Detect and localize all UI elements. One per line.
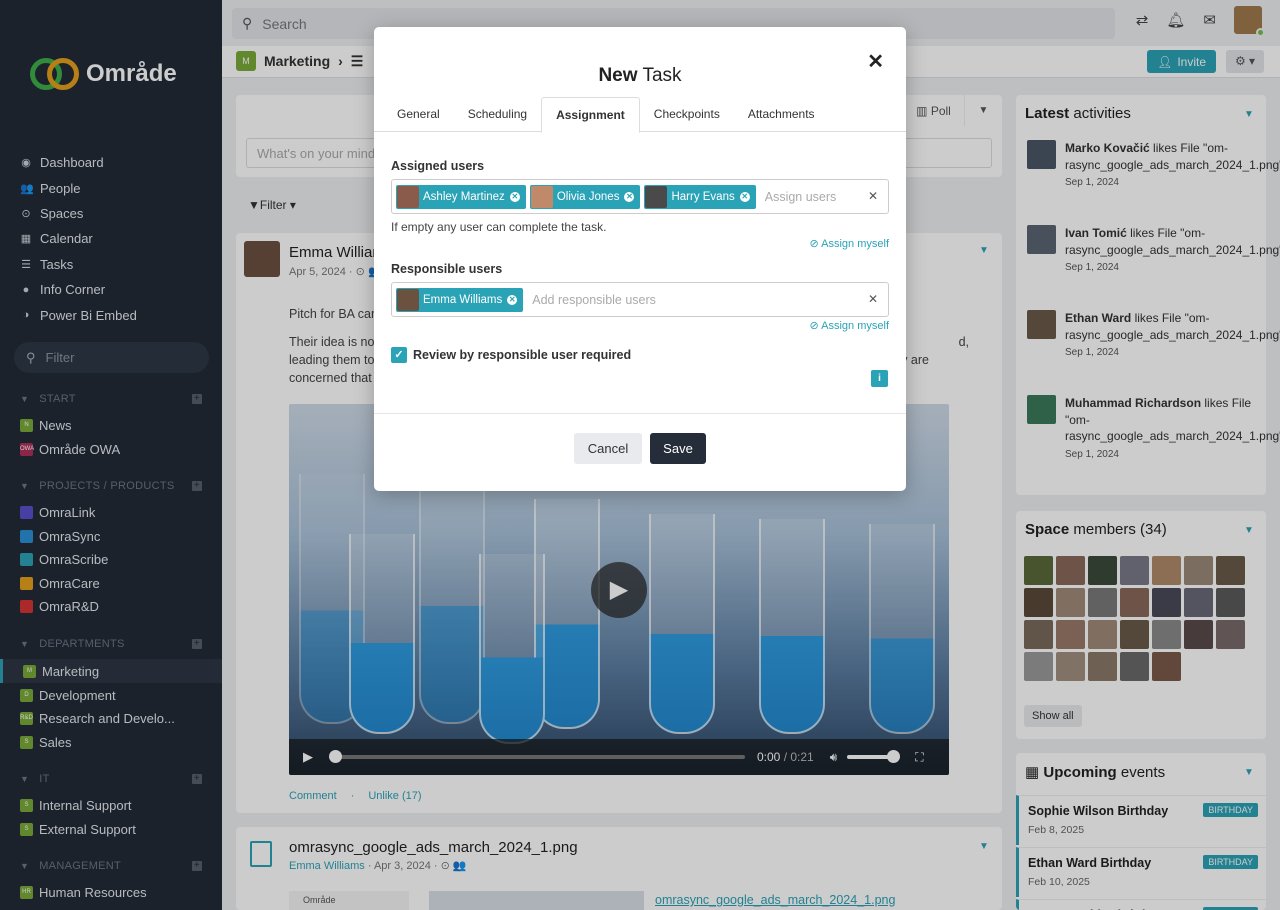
chip-avatar: [397, 185, 419, 208]
info-icon[interactable]: i: [871, 370, 888, 387]
assign-myself-link[interactable]: ⊘ Assign myself: [809, 319, 889, 332]
chip-avatar: [530, 185, 553, 208]
remove-chip-icon[interactable]: ✕: [739, 191, 750, 202]
chip-avatar: [645, 185, 668, 208]
chip-name: Olivia Jones: [556, 190, 620, 203]
assign-myself-link[interactable]: ⊘ Assign myself: [809, 237, 889, 250]
chip-name: Emma Williams: [423, 293, 503, 306]
remove-chip-icon[interactable]: ✕: [507, 294, 518, 305]
user-chip[interactable]: Ashley Martinez ✕: [396, 184, 526, 209]
close-icon[interactable]: ✕: [867, 49, 884, 74]
tab-scheduling[interactable]: Scheduling: [454, 97, 541, 132]
clear-icon[interactable]: ✕: [868, 189, 878, 203]
user-chip[interactable]: Olivia Jones ✕: [529, 184, 641, 209]
tab-checkpoints[interactable]: Checkpoints: [640, 97, 734, 132]
checkmark-icon[interactable]: ✓: [391, 347, 407, 363]
chip-avatar: [397, 288, 419, 311]
assigned-users-picker[interactable]: Ashley Martinez ✕ Olivia Jones ✕ Harry Evans…: [391, 179, 889, 214]
modal-title: New Task: [374, 65, 906, 87]
assigned-hint: If empty any user can complete the task.: [391, 220, 607, 234]
remove-chip-icon[interactable]: ✕: [624, 191, 635, 202]
save-button[interactable]: Save: [650, 433, 706, 464]
tab-general[interactable]: General: [383, 97, 454, 132]
user-chip[interactable]: Harry Evans ✕: [644, 184, 756, 209]
assign-myself-label: Assign myself: [821, 320, 889, 332]
modal-divider: [374, 413, 906, 414]
chip-name: Harry Evans: [671, 190, 735, 203]
tab-assignment[interactable]: Assignment: [541, 97, 640, 133]
cancel-button[interactable]: Cancel: [574, 433, 642, 464]
modal-tabs: General Scheduling Assignment Checkpoints At…: [374, 97, 906, 133]
title-bold: New: [598, 65, 638, 86]
assign-myself-label: Assign myself: [821, 238, 889, 250]
tab-attachments[interactable]: Attachments: [734, 97, 829, 132]
chip-name: Ashley Martinez: [423, 190, 505, 203]
title-rest: Task: [642, 65, 682, 86]
responsible-users-label: Responsible users: [391, 262, 503, 276]
check-circle-icon: ⊘: [809, 238, 819, 250]
user-chip[interactable]: Emma Williams ✕: [396, 287, 524, 312]
responsible-users-placeholder: Add responsible users: [532, 292, 656, 307]
assigned-users-label: Assigned users: [391, 159, 485, 173]
clear-icon[interactable]: ✕: [868, 292, 878, 306]
review-required-label: Review by responsible user required: [413, 348, 632, 362]
remove-chip-icon[interactable]: ✕: [509, 191, 520, 202]
responsible-users-picker[interactable]: Emma Williams ✕ Add responsible users ✕: [391, 282, 889, 317]
check-circle-icon: ⊘: [809, 320, 819, 332]
assign-users-placeholder: Assign users: [764, 189, 837, 204]
new-task-modal: New Task ✕ General Scheduling Assignment Ch…: [374, 27, 906, 491]
review-required-checkbox[interactable]: ✓ Review by responsible user required: [391, 347, 631, 363]
